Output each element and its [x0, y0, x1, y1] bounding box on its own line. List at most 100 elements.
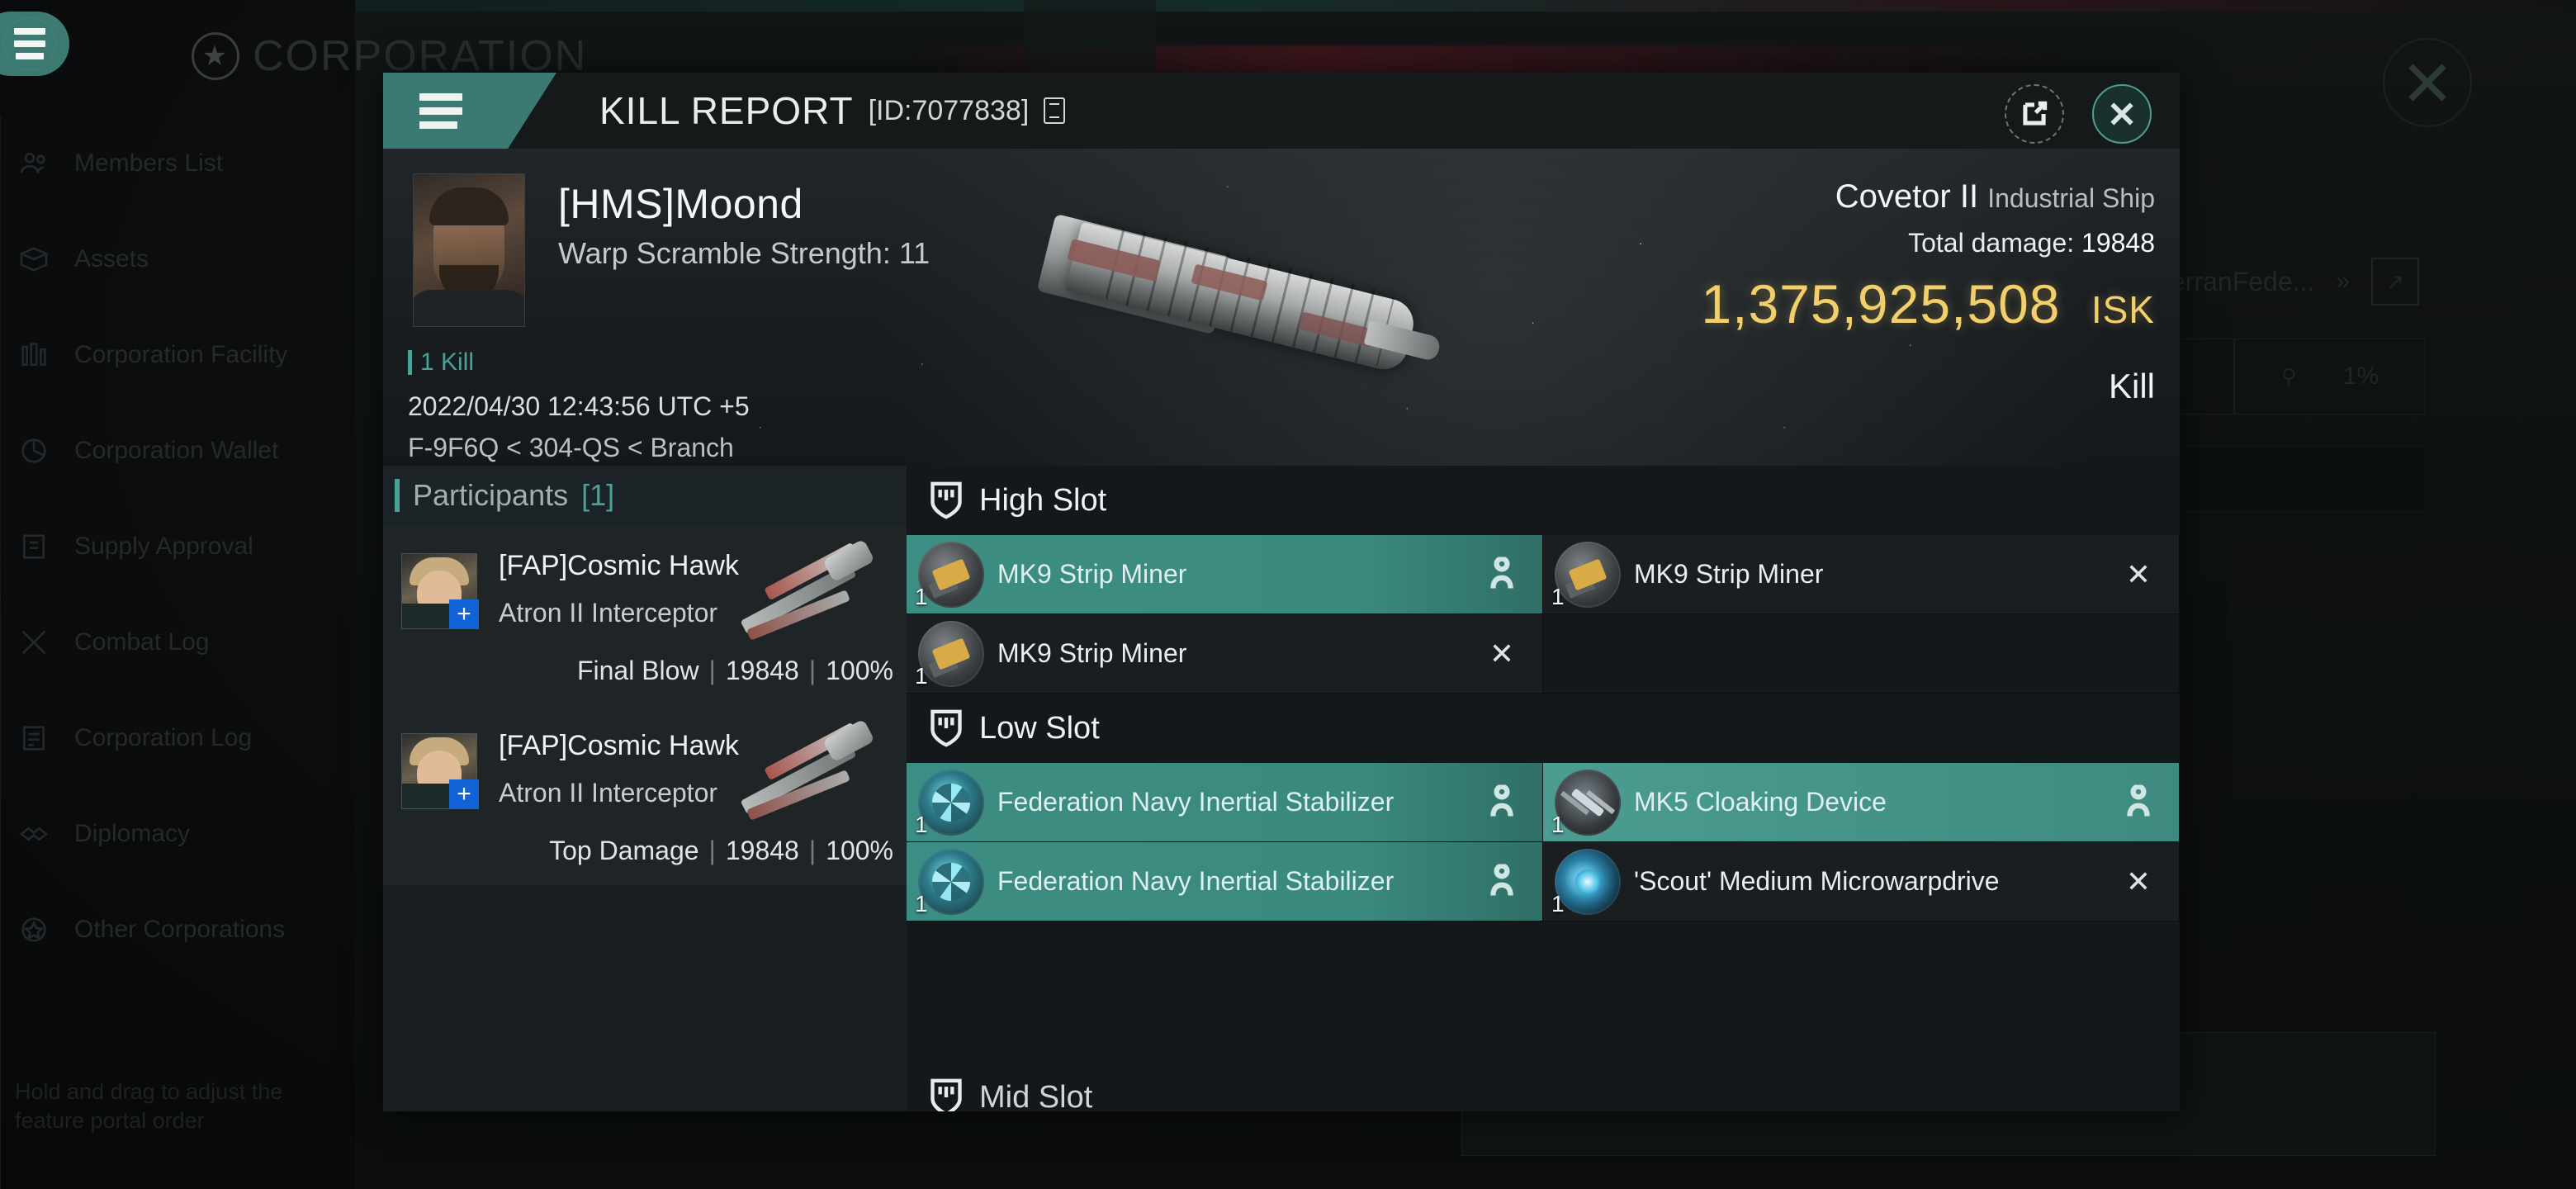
- strip-miner-icon: [918, 542, 984, 608]
- victim-ship-title: Covetor II Industrial Ship: [1835, 178, 2155, 216]
- sidebar-item-combat-log[interactable]: Combat Log: [0, 594, 355, 690]
- slot-qty: 1: [915, 663, 928, 689]
- x-icon[interactable]: ✕: [2126, 866, 2151, 897]
- x-icon[interactable]: ✕: [2126, 559, 2151, 590]
- background-close-button[interactable]: [2383, 38, 2472, 127]
- inertial-stabilizer-icon: [918, 849, 984, 915]
- participant-row[interactable]: + [FAP]Cosmic Hawk Atron II Interceptor …: [383, 525, 907, 705]
- sidebar-item-supply-approval[interactable]: Supply Approval: [0, 499, 355, 594]
- star-circle-icon: [15, 911, 53, 949]
- slot-qty: 1: [915, 812, 928, 837]
- swords-icon: [15, 623, 53, 661]
- participant-ship: Atron II Interceptor: [499, 598, 718, 628]
- participant-percent: 100%: [826, 656, 893, 685]
- slot-qty: 1: [915, 584, 928, 609]
- plus-icon[interactable]: +: [449, 599, 479, 629]
- background-top-strip: [355, 0, 2576, 12]
- plus-icon[interactable]: +: [449, 779, 479, 809]
- sidebar-item-corporation-log[interactable]: Corporation Log: [0, 690, 355, 786]
- total-damage-label: Total damage:: [1908, 228, 2075, 258]
- fitting-slot-item[interactable]: 1 MK9 Strip Miner ✕: [1543, 535, 2180, 614]
- sidebar-item-label: Corporation Log: [74, 724, 253, 751]
- slot-qty: 1: [1551, 891, 1565, 917]
- star-badge-icon: ★: [192, 32, 239, 80]
- slot-item-name: Federation Navy Inertial Stabilizer: [997, 866, 1395, 897]
- participants-count: [1]: [581, 478, 615, 512]
- sidebar: Members List Assets Corporation Facility…: [0, 116, 355, 1189]
- participant-percent: 100%: [826, 836, 893, 865]
- sidebar-item-label: Assets: [74, 245, 149, 272]
- dialog-title-group: KILL REPORT [ID:7077838]: [599, 73, 1066, 149]
- main-menu-button[interactable]: [0, 12, 69, 76]
- person-icon[interactable]: [2126, 783, 2151, 820]
- participant-damage: 19848: [725, 656, 799, 685]
- strip-miner-icon: [1555, 542, 1621, 608]
- slot-shield-icon: [928, 479, 964, 522]
- sidebar-item-corporation-facility[interactable]: Corporation Facility: [0, 307, 355, 403]
- mid-slot-title: Mid Slot: [979, 1079, 1093, 1112]
- low-slot-grid: 1 Federation Navy Inertial Stabilizer 1 …: [907, 763, 2180, 921]
- person-icon[interactable]: [1489, 862, 1514, 899]
- strip-miner-icon: [918, 621, 984, 687]
- victim-avatar[interactable]: [413, 173, 525, 327]
- slot-item-name: MK9 Strip Miner: [1634, 559, 1824, 590]
- person-icon[interactable]: [1489, 555, 1514, 592]
- external-link-icon: [2023, 101, 2048, 126]
- fitting-slot-item[interactable]: 1 MK5 Cloaking Device: [1543, 763, 2180, 842]
- slot-item-name: MK5 Cloaking Device: [1634, 787, 1887, 817]
- cloaking-device-icon: [1555, 770, 1621, 836]
- sidebar-item-members-list[interactable]: Members List: [0, 116, 355, 211]
- participant-damage: 19848: [725, 836, 799, 865]
- close-button[interactable]: [2092, 84, 2152, 144]
- dialog-actions: [2005, 84, 2152, 144]
- victim-banner: [HMS]Moond Warp Scramble Strength: 11 1 …: [383, 149, 2180, 466]
- hamburger-menu-icon: [419, 92, 462, 129]
- low-slot-header: Low Slot: [907, 694, 2180, 763]
- slot-item-name: MK9 Strip Miner: [997, 559, 1187, 590]
- slot-shield-icon: [928, 707, 964, 750]
- sidebar-item-assets[interactable]: Assets: [0, 211, 355, 307]
- dialog-header: KILL REPORT [ID:7077838]: [383, 73, 2180, 149]
- isk-value: 1,375,925,508: [1701, 273, 2061, 334]
- sidebar-item-label: Combat Log: [74, 628, 210, 656]
- close-icon: [2110, 102, 2133, 126]
- kill-timestamp: 2022/04/30 12:43:56 UTC +5: [408, 391, 750, 421]
- background-decor-1: [1024, 0, 1156, 71]
- high-slot-grid: 1 MK9 Strip Miner 1 MK9 Strip Miner ✕ 1 …: [907, 535, 2180, 694]
- dialog-menu-button[interactable]: [383, 73, 556, 149]
- total-damage-value: 19848: [2081, 228, 2155, 258]
- person-icon[interactable]: [1489, 783, 1514, 820]
- participants-column: Participants [1] + [FAP]Cosmic Hawk Atro…: [383, 466, 907, 1111]
- participants-header-label: Participants: [413, 478, 569, 512]
- sidebar-item-corporation-wallet[interactable]: Corporation Wallet: [0, 403, 355, 499]
- atron-ship-render: [728, 718, 885, 821]
- pie-chart-icon: [15, 432, 53, 470]
- fitting-slot-item[interactable]: 1 'Scout' Medium Microwarpdrive ✕: [1543, 842, 2180, 921]
- kill-report-dialog: KILL REPORT [ID:7077838] [HMS]Moond Warp…: [383, 73, 2180, 1111]
- copy-icon[interactable]: [1044, 97, 1066, 124]
- victim-ship-class: Industrial Ship: [1987, 183, 2155, 213]
- share-button[interactable]: [2005, 84, 2064, 144]
- slot-item-name: MK9 Strip Miner: [997, 638, 1187, 669]
- kill-result: Kill: [2108, 367, 2155, 405]
- sidebar-item-other-corporations[interactable]: Other Corporations: [0, 882, 355, 978]
- sidebar-hint: Hold and drag to adjust the feature port…: [15, 1079, 283, 1133]
- fitting-slot-item[interactable]: 1 MK9 Strip Miner: [907, 535, 1543, 614]
- participant-row[interactable]: + [FAP]Cosmic Hawk Atron II Interceptor …: [383, 705, 907, 885]
- fitting-slot-item[interactable]: 1 Federation Navy Inertial Stabilizer: [907, 763, 1543, 842]
- report-id: [ID:7077838]: [868, 94, 1030, 126]
- x-icon[interactable]: ✕: [1489, 638, 1514, 669]
- fitting-slot-item[interactable]: 1 MK9 Strip Miner ✕: [907, 614, 1543, 694]
- fitting-slot-item[interactable]: 1 Federation Navy Inertial Stabilizer: [907, 842, 1543, 921]
- sidebar-item-diplomacy[interactable]: Diplomacy: [0, 786, 355, 882]
- slot-qty: 1: [915, 891, 928, 917]
- kill-count-badge: 1 Kill: [408, 348, 474, 377]
- fitting-slot-empty: [1543, 614, 2180, 694]
- sidebar-item-label: Corporation Wallet: [74, 437, 279, 464]
- external-link-icon[interactable]: ↗: [2371, 258, 2419, 306]
- background-stat-value: 1%: [2342, 362, 2379, 390]
- members-icon: [15, 144, 53, 182]
- total-damage-row: Total damage: 19848: [1908, 228, 2155, 258]
- participant-name: [FAP]Cosmic Hawk: [499, 730, 739, 761]
- page-title: KILL REPORT: [599, 89, 854, 132]
